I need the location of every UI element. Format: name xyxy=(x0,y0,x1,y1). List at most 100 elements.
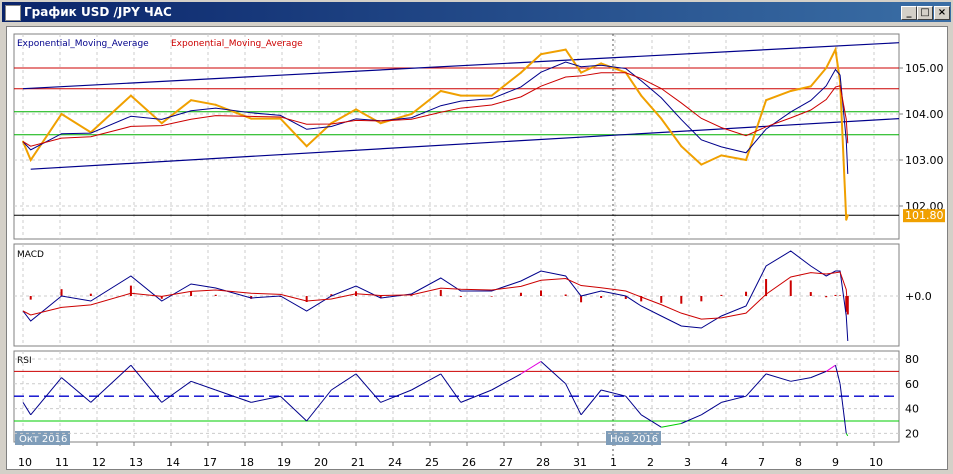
macd-histogram-bar xyxy=(700,296,703,302)
price-point xyxy=(580,71,583,74)
y-tick-label: 105.00 xyxy=(905,62,944,75)
window-title-bar: График USD /JPY ЧАС _ □ × xyxy=(2,2,951,22)
macd-histogram-bar xyxy=(60,289,63,296)
price-point xyxy=(660,117,663,120)
macd-histogram-bar xyxy=(519,292,522,296)
macd-histogram-bar xyxy=(439,289,442,296)
price-point xyxy=(250,117,253,120)
x-tick-label: 1 xyxy=(610,456,617,469)
x-tick-label: 7 xyxy=(758,456,765,469)
x-tick-label: 31 xyxy=(573,456,587,469)
month-label: Нов 2016 xyxy=(610,434,658,445)
macd-histogram-bar xyxy=(789,280,792,296)
window-title: График USD /JPY ЧАС xyxy=(24,5,172,19)
macd-histogram-bar xyxy=(29,296,32,300)
x-tick-label: 26 xyxy=(462,456,476,469)
macd-histogram-bar xyxy=(745,291,748,296)
x-tick-label: 3 xyxy=(684,456,691,469)
price-point xyxy=(439,90,442,92)
price-point xyxy=(789,90,792,92)
maximize-button[interactable]: □ xyxy=(917,6,933,20)
x-tick-label: 4 xyxy=(721,456,728,469)
price-point xyxy=(825,67,828,69)
x-tick-label: 21 xyxy=(351,456,365,469)
chart-area[interactable]: 10 11 12 13 14 17 18 19 20 21 24 25 26 27 28 31 1 2 3 4 7 8 9 1… xyxy=(6,26,948,470)
price-point xyxy=(29,159,32,161)
x-tick-label: 27 xyxy=(499,456,513,469)
rsi-tick-label: 80 xyxy=(905,353,919,366)
x-tick-label: 25 xyxy=(425,456,439,469)
price-point xyxy=(640,94,643,97)
macd-histogram-bar xyxy=(580,296,583,303)
price-point xyxy=(846,214,849,217)
panel-frame-0 xyxy=(13,33,900,240)
price-point xyxy=(540,53,542,56)
price-point xyxy=(845,218,848,221)
macd-histogram-bar xyxy=(190,291,193,296)
macd-title: MACD xyxy=(17,250,44,260)
price-point xyxy=(519,71,522,74)
price-point xyxy=(490,94,493,97)
close-button[interactable]: × xyxy=(934,6,950,20)
macd-histogram-bar xyxy=(89,293,92,296)
price-point xyxy=(410,113,413,115)
rsi-title: RSI xyxy=(17,356,32,366)
price-point xyxy=(190,99,193,102)
price-point xyxy=(834,48,837,51)
minimize-button[interactable]: _ xyxy=(901,6,917,20)
x-tick-label: 14 xyxy=(166,456,180,469)
price-point xyxy=(60,113,63,115)
x-tick-label: 24 xyxy=(388,456,402,469)
x-tick-label: 9 xyxy=(832,456,839,469)
rsi-tick-label: 40 xyxy=(905,403,919,416)
x-tick-label: 10 xyxy=(18,456,32,469)
x-tick-label: 18 xyxy=(240,456,254,469)
legend-ema-1: Exponential_Moving_Average xyxy=(17,39,149,49)
x-tick-label: 17 xyxy=(203,456,217,469)
price-point xyxy=(765,99,768,102)
macd-histogram-bar xyxy=(490,296,493,297)
price-point xyxy=(809,85,812,88)
x-tick-label: 11 xyxy=(55,456,69,469)
x-tick-label: 20 xyxy=(314,456,328,469)
macd-histogram-bar xyxy=(564,294,567,296)
macd-histogram-bar xyxy=(214,294,217,296)
macd-histogram-bar xyxy=(660,296,663,303)
x-tick-label: 8 xyxy=(795,456,802,469)
price-point xyxy=(720,154,723,157)
macd-histogram-bar xyxy=(410,295,413,296)
macd-histogram-bar xyxy=(459,296,462,298)
price-point xyxy=(600,62,603,65)
price-point xyxy=(129,94,132,97)
x-tick-label: 12 xyxy=(92,456,106,469)
price-point xyxy=(700,163,703,166)
macd-histogram-bar xyxy=(129,285,132,296)
macd-histogram-bar xyxy=(720,294,723,296)
price-point xyxy=(564,48,567,51)
rsi-tick-label: 20 xyxy=(905,427,919,440)
x-tick-label: 2 xyxy=(647,456,654,469)
price-point xyxy=(305,145,308,148)
price-point xyxy=(459,94,462,97)
current-price-label: 101.80 xyxy=(905,209,944,222)
price-point xyxy=(680,145,683,148)
macd-histogram-bar xyxy=(540,290,542,296)
price-point xyxy=(279,117,282,120)
chart-app-icon xyxy=(5,5,21,21)
macd-zero-label: +0.0 xyxy=(905,290,932,303)
x-tick-label: 10 xyxy=(869,456,883,469)
price-point xyxy=(214,103,217,106)
price-point xyxy=(355,108,357,111)
legend-ema-2: Exponential_Moving_Average xyxy=(171,39,303,49)
month-label: Окт 2016 xyxy=(19,434,67,445)
macd-histogram-bar xyxy=(825,296,828,298)
macd-histogram-bar xyxy=(600,296,603,298)
price-point xyxy=(745,159,748,161)
y-tick-label: 103.00 xyxy=(905,154,944,167)
macd-histogram-bar xyxy=(839,295,842,296)
x-tick-label: 19 xyxy=(277,456,291,469)
chart-svg[interactable]: 10 11 12 13 14 17 18 19 20 21 24 25 26 27 28 31 1 2 3 4 7 8 9 1… xyxy=(7,27,947,469)
macd-histogram-bar xyxy=(834,294,837,296)
rsi-tick-label: 60 xyxy=(905,378,919,391)
x-tick-label: 13 xyxy=(129,456,143,469)
